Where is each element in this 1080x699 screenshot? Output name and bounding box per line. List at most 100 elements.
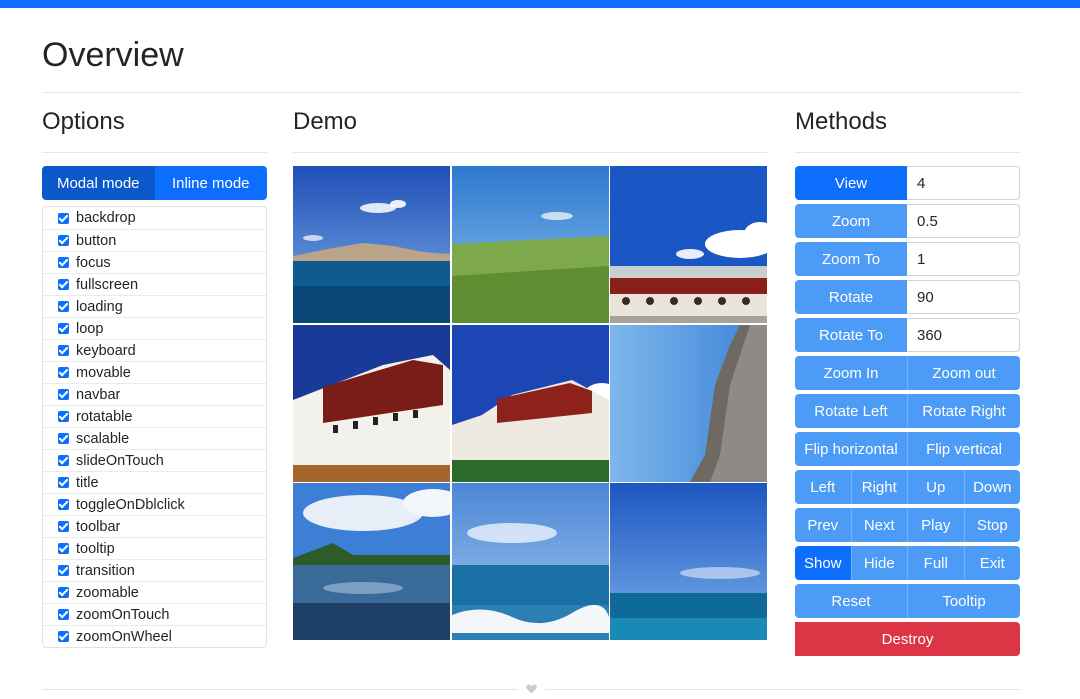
option-item-focus[interactable]: focus (43, 251, 266, 273)
option-item-slideontouch[interactable]: slideOnTouch (43, 449, 266, 471)
zoom-out-button[interactable]: Zoom out (908, 356, 1020, 390)
stop-button[interactable]: Stop (964, 508, 1020, 542)
move-up-button[interactable]: Up (908, 470, 965, 504)
full-button[interactable]: Full (908, 546, 965, 580)
hide-button[interactable]: Hide (851, 546, 908, 580)
checkbox-checked-icon[interactable] (58, 257, 69, 268)
option-item-loop[interactable]: loop (43, 317, 266, 339)
checkbox-checked-icon[interactable] (58, 279, 69, 290)
gallery-image-sea-waves[interactable] (451, 483, 609, 640)
checkbox-checked-icon[interactable] (58, 477, 69, 488)
gallery-image-river[interactable] (293, 483, 450, 640)
checkbox-checked-icon[interactable] (58, 367, 69, 378)
gallery-image-temple[interactable] (610, 166, 767, 323)
checkbox-checked-icon[interactable] (58, 521, 69, 532)
option-item-loading[interactable]: loading (43, 295, 266, 317)
methods-heading: Methods (795, 108, 888, 135)
options-list: backdrop button focus fullscreen loading loop… (42, 206, 267, 648)
tooltip-button[interactable]: Tooltip (908, 584, 1020, 618)
page-title: Overview (42, 36, 184, 74)
checkbox-checked-icon[interactable] (58, 212, 69, 224)
checkbox-checked-icon[interactable] (58, 301, 69, 312)
checkbox-checked-icon[interactable] (58, 631, 69, 642)
rotate-to-button[interactable]: Rotate To (795, 318, 907, 352)
option-item-toolbar[interactable]: toolbar (43, 515, 266, 537)
option-item-title[interactable]: title (43, 471, 266, 493)
option-item-zoomable[interactable]: zoomable (43, 581, 266, 603)
zoom-to-input[interactable]: 1 (907, 242, 1020, 276)
option-item-transition[interactable]: transition (43, 559, 266, 581)
checkbox-checked-icon[interactable] (58, 609, 69, 620)
option-label: slideOnTouch (76, 452, 164, 469)
rotate-left-button[interactable]: Rotate Left (795, 394, 908, 428)
inline-mode-button[interactable]: Inline mode (154, 166, 267, 200)
checkbox-checked-icon[interactable] (58, 543, 69, 554)
zoom-in-button[interactable]: Zoom In (795, 356, 908, 390)
option-item-zoomontouch[interactable]: zoomOnTouch (43, 603, 266, 625)
checkbox-checked-icon[interactable] (58, 323, 69, 334)
option-item-scalable[interactable]: scalable (43, 427, 266, 449)
view-index-input[interactable]: 4 (907, 166, 1020, 200)
move-down-button[interactable]: Down (964, 470, 1020, 504)
checkbox-checked-icon[interactable] (58, 499, 69, 510)
mode-toggle: Modal mode Inline mode (42, 166, 267, 200)
gallery-image-grassland[interactable] (451, 166, 609, 323)
option-item-fullscreen[interactable]: fullscreen (43, 273, 266, 295)
gallery-image-lake[interactable] (293, 166, 450, 323)
flip-vertical-button[interactable]: Flip vertical (908, 432, 1020, 466)
option-item-toggleondblclick[interactable]: toggleOnDblclick (43, 493, 266, 515)
top-accent-bar (0, 0, 1080, 8)
option-label: backdrop (76, 210, 136, 226)
option-label: rotatable (76, 408, 133, 425)
methods-divider (795, 152, 1020, 153)
prev-button[interactable]: Prev (795, 508, 852, 542)
modal-mode-button[interactable]: Modal mode (42, 166, 155, 200)
heart-icon (526, 684, 537, 694)
gallery-image-ocean[interactable] (610, 483, 767, 640)
image-gallery (293, 166, 767, 640)
show-button[interactable]: Show (795, 546, 852, 580)
gallery-image-wall[interactable] (610, 324, 767, 482)
checkbox-checked-icon[interactable] (58, 587, 69, 598)
option-item-keyboard[interactable]: keyboard (43, 339, 266, 361)
option-label: focus (76, 254, 111, 271)
option-label: toolbar (76, 518, 121, 535)
methods-panel: View 4 Zoom 0.5 Zoom To 1 Rotate 90 Rota… (795, 166, 1020, 660)
checkbox-checked-icon[interactable] (58, 455, 69, 466)
option-label: toggleOnDblclick (76, 496, 185, 513)
option-item-movable[interactable]: movable (43, 361, 266, 383)
option-item-rotatable[interactable]: rotatable (43, 405, 266, 427)
checkbox-checked-icon[interactable] (58, 389, 69, 400)
option-item-navbar[interactable]: navbar (43, 383, 266, 405)
destroy-button[interactable]: Destroy (795, 622, 1020, 656)
reset-button[interactable]: Reset (795, 584, 908, 618)
checkbox-checked-icon[interactable] (58, 345, 69, 356)
rotate-to-input[interactable]: 360 (907, 318, 1020, 352)
gallery-image-palace-center[interactable] (451, 324, 609, 482)
options-heading: Options (42, 108, 125, 135)
option-label: zoomOnWheel (76, 628, 172, 645)
option-item-zoomonwheel[interactable]: zoomOnWheel (43, 625, 266, 647)
next-button[interactable]: Next (851, 508, 908, 542)
gallery-image-palace-left[interactable] (293, 324, 450, 482)
demo-divider (293, 152, 767, 153)
checkbox-checked-icon[interactable] (58, 411, 69, 422)
checkbox-checked-icon[interactable] (58, 235, 69, 246)
play-button[interactable]: Play (908, 508, 965, 542)
move-left-button[interactable]: Left (795, 470, 852, 504)
zoom-to-button[interactable]: Zoom To (795, 242, 907, 276)
checkbox-checked-icon[interactable] (58, 433, 69, 444)
move-right-button[interactable]: Right (851, 470, 908, 504)
option-item-backdrop[interactable]: backdrop (43, 207, 266, 229)
rotate-button[interactable]: Rotate (795, 280, 907, 314)
zoom-ratio-input[interactable]: 0.5 (907, 204, 1020, 238)
option-item-tooltip[interactable]: tooltip (43, 537, 266, 559)
exit-button[interactable]: Exit (964, 546, 1020, 580)
zoom-button[interactable]: Zoom (795, 204, 907, 238)
flip-horizontal-button[interactable]: Flip horizontal (795, 432, 908, 466)
rotate-degree-input[interactable]: 90 (907, 280, 1020, 314)
option-item-button[interactable]: button (43, 229, 266, 251)
rotate-right-button[interactable]: Rotate Right (908, 394, 1020, 428)
view-button[interactable]: View (795, 166, 907, 200)
checkbox-checked-icon[interactable] (58, 565, 69, 576)
